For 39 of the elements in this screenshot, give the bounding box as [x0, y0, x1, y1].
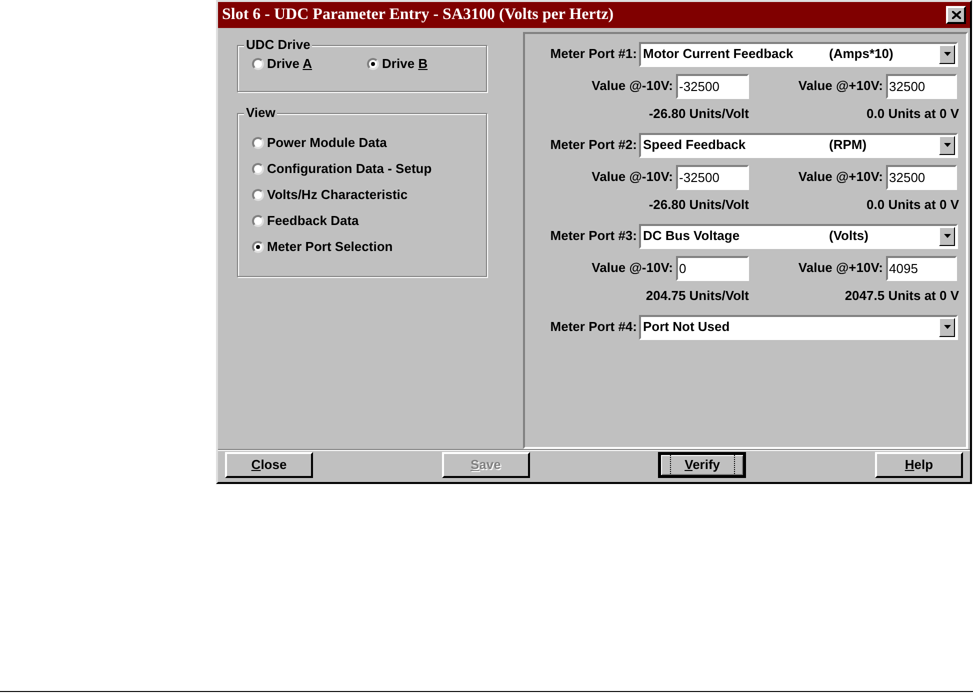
radio-button[interactable]: Volts/Hz Characteristic — [252, 182, 486, 208]
radio-button[interactable]: Configuration Data - Setup — [252, 156, 486, 182]
port-label: Meter Port #3: — [549, 227, 638, 246]
value-label: Value @-10V: — [590, 168, 674, 186]
value-label: Value @+10V: — [797, 259, 884, 278]
value-label: Value @-10V: — [590, 259, 674, 278]
offset-text: 0.0 Units at 0 V — [866, 196, 959, 214]
value-label: Value @+10V: — [797, 77, 884, 96]
value-field[interactable]: 32500 — [886, 74, 957, 99]
dropdown[interactable]: Speed Feedback (RPM) — [639, 132, 958, 158]
value-label: Value @-10V: — [590, 77, 674, 96]
value-field[interactable]: 0 — [676, 256, 749, 281]
close-icon — [952, 10, 960, 19]
port-label: Meter Port #2: — [549, 136, 638, 154]
port-label: Meter Port #1: — [549, 45, 638, 64]
slope-text: 204.75 Units/Volt — [644, 286, 749, 305]
value-field[interactable]: 32500 — [886, 164, 957, 190]
close-button[interactable] — [946, 6, 966, 24]
value-field[interactable]: 4095 — [886, 256, 957, 281]
slope-text: -26.80 Units/Volt — [648, 104, 749, 123]
dropdown[interactable]: DC Bus Voltage (Volts) — [639, 224, 958, 249]
port-label: Meter Port #4: — [549, 318, 638, 336]
value-label: Value @+10V: — [797, 168, 884, 186]
radio-button[interactable]: Meter Port Selection — [252, 234, 486, 260]
dialog-button[interactable]: Close — [225, 452, 313, 478]
dialog-button[interactable]: Verify — [658, 452, 746, 478]
value-field[interactable]: -32500 — [676, 164, 749, 190]
offset-text: 0.0 Units at 0 V — [866, 104, 959, 123]
radio-button[interactable]: Drive A — [252, 50, 312, 77]
slope-text: -26.80 Units/Volt — [648, 196, 749, 214]
window-title: Slot 6 - UDC Parameter Entry - SA3100 (Volts per Hertz) — [222, 4, 614, 25]
radio-button[interactable]: Power Module Data — [252, 130, 486, 156]
value-field[interactable]: -32500 — [676, 74, 749, 99]
radio-button[interactable]: Feedback Data — [252, 208, 486, 234]
dialog-button[interactable]: Help — [874, 452, 963, 478]
offset-text: 2047.5 Units at 0 V — [844, 286, 959, 305]
dropdown[interactable]: Port Not Used — [639, 314, 958, 340]
radio-button[interactable]: Drive B — [367, 50, 428, 77]
dropdown[interactable]: Motor Current Feedback (Amps*10) — [639, 42, 958, 67]
